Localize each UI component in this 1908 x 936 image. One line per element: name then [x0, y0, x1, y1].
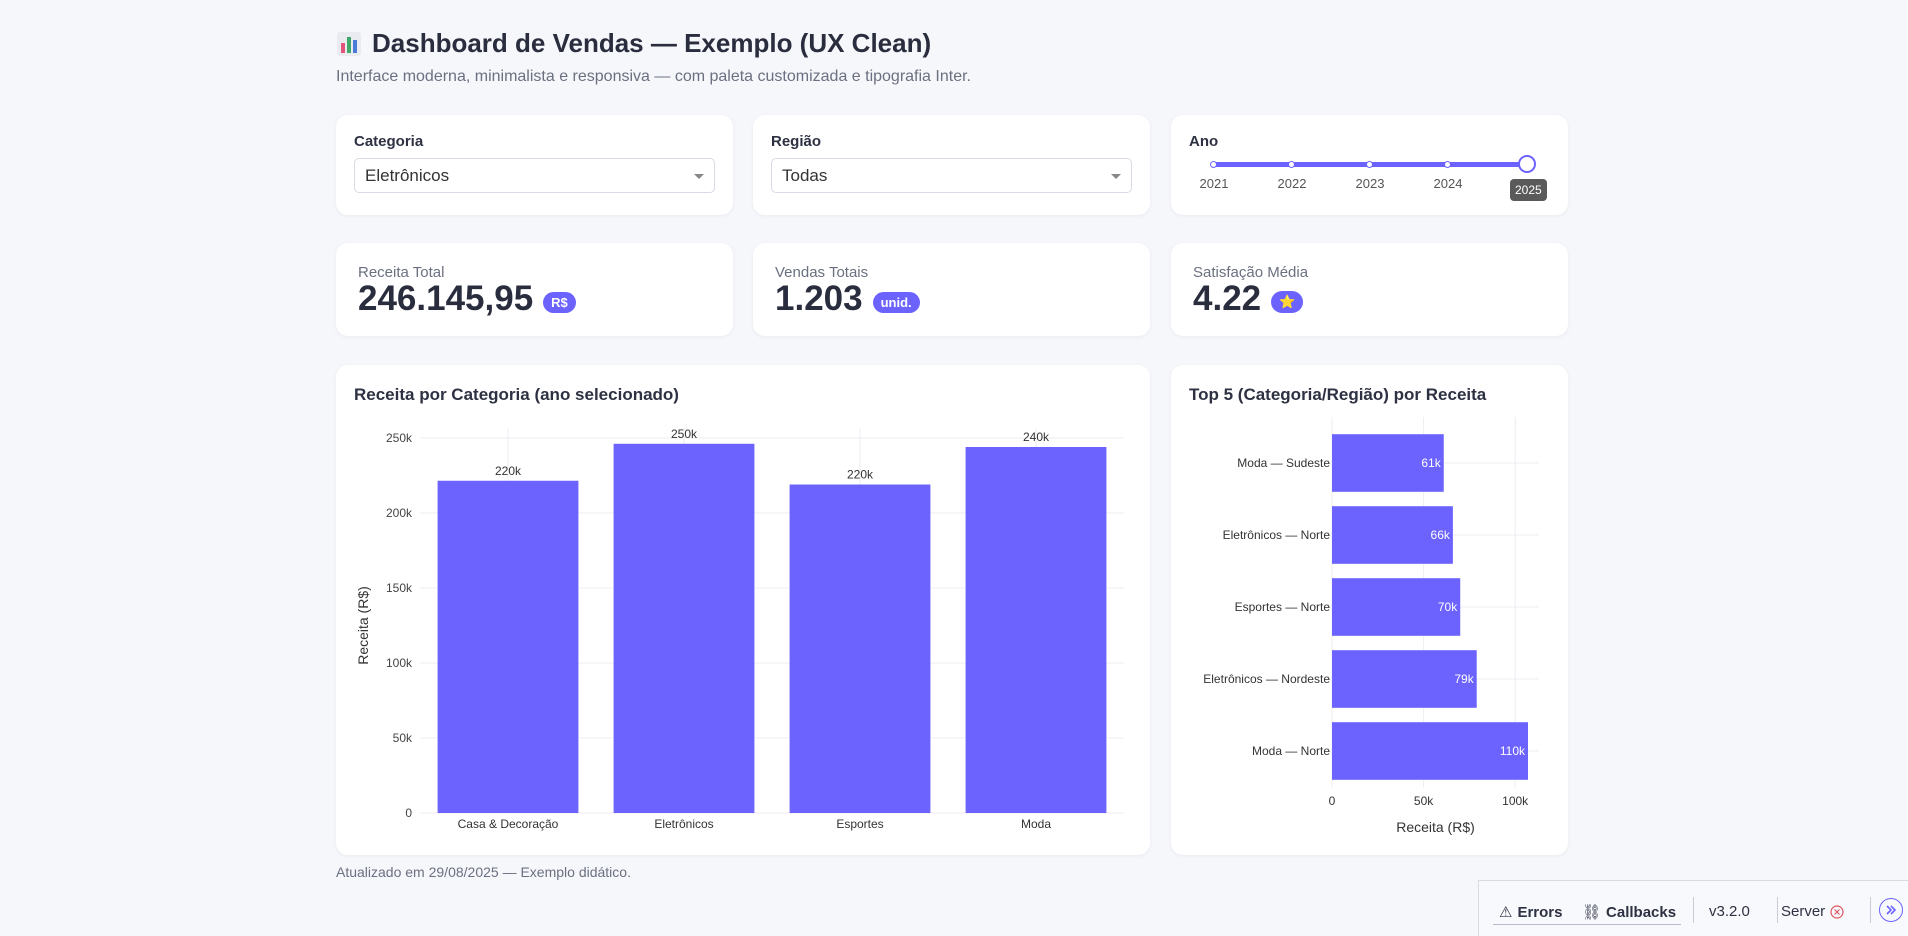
year-slider-dot[interactable]	[1366, 161, 1373, 168]
y-tick-label: 250k	[386, 431, 413, 445]
region-dropdown-value: Todas	[782, 165, 828, 185]
y-tick-label: Moda — Norte	[1252, 744, 1330, 758]
warning-icon: ⚠	[1499, 904, 1513, 921]
page-title-text: Dashboard de Vendas — Exemplo (UX Clean)	[372, 28, 932, 58]
revenue-by-category-chart[interactable]: 0 50k 100k 150k 200k 250k 220k Casa & Decoração…	[336, 365, 1150, 855]
y-tick-label: Eletrônicos — Norte	[1223, 528, 1331, 542]
x-tick-label: Moda	[1021, 817, 1051, 831]
sales-kpi-value-row: 1.203 unid.	[775, 279, 920, 319]
top5-chart[interactable]: 0 50k 100k 61k Moda — Sudeste 66k Eletrônicos …	[1171, 365, 1568, 855]
page-subtitle: Interface moderna, minimalista e respons…	[336, 68, 971, 85]
region-dropdown[interactable]: Todas	[771, 158, 1132, 193]
year-slider-dot[interactable]	[1210, 161, 1217, 168]
dev-tools-bar: ⚠ Errors ⛓ Callbacks v3.2.0 Server	[1478, 880, 1908, 936]
version-label: v3.2.0	[1709, 903, 1750, 920]
expand-devtools-button[interactable]	[1879, 898, 1903, 922]
x-axis-label: Receita (R$)	[1396, 819, 1475, 835]
satisfaction-kpi-value: 4.22	[1193, 279, 1262, 318]
y-tick-label: 50k	[393, 731, 413, 745]
y-tick-label: 150k	[386, 581, 413, 595]
bar-data-label: 240k	[1023, 430, 1050, 444]
bar-data-label: 70k	[1438, 600, 1458, 614]
x-tick-label: Esportes	[836, 817, 883, 831]
x-tick-label: 100k	[1502, 794, 1529, 808]
bar	[965, 447, 1107, 813]
x-tick-label: 50k	[1414, 794, 1434, 808]
callbacks-label: Callbacks	[1606, 903, 1677, 921]
chevron-down-icon	[694, 174, 704, 179]
satisfaction-kpi-card: Satisfação Média 4.22 ⭐	[1171, 243, 1568, 336]
errors-button[interactable]: ⚠ Errors	[1499, 903, 1563, 922]
errors-label: Errors	[1517, 903, 1563, 921]
year-filter-label: Ano	[1189, 133, 1219, 150]
year-slider-handle[interactable]	[1518, 155, 1536, 173]
close-circle-icon	[1830, 904, 1844, 919]
y-tick-label: 0	[405, 806, 412, 820]
bar-data-label: 250k	[671, 427, 698, 441]
y-tick-label: Moda — Sudeste	[1237, 456, 1330, 470]
region-filter-card: Região Todas	[753, 115, 1150, 215]
sales-kpi-value: 1.203	[775, 279, 863, 318]
category-dropdown-value: Eletrônicos	[365, 165, 450, 185]
currency-badge: R$	[543, 291, 576, 313]
bar-chart-icon	[336, 31, 362, 57]
y-axis-label: Receita (R$)	[355, 586, 371, 665]
dev-tools-underline	[1493, 924, 1681, 925]
region-filter-label: Região	[771, 133, 822, 150]
x-tick-label: Casa & Decoração	[458, 817, 559, 831]
star-icon: ⭐	[1271, 291, 1304, 313]
bar-data-label: 66k	[1431, 528, 1451, 542]
unit-badge: unid.	[872, 291, 920, 313]
bar	[437, 480, 579, 813]
x-tick-label: Eletrônicos	[654, 817, 713, 831]
bar-data-label: 79k	[1454, 672, 1474, 686]
category-dropdown[interactable]: Eletrônicos	[354, 158, 715, 193]
category-filter-label: Categoria	[354, 133, 424, 150]
year-slider-dot[interactable]	[1444, 161, 1451, 168]
revenue-kpi-value-row: 246.145,95 R$	[358, 279, 576, 319]
x-tick-label: 0	[1329, 794, 1336, 808]
revenue-by-category-card: Receita por Categoria (ano selecionado) …	[336, 365, 1150, 855]
y-tick-label: Eletrônicos — Nordeste	[1203, 672, 1330, 686]
revenue-kpi-card: Receita Total 246.145,95 R$	[336, 243, 733, 336]
divider	[1693, 897, 1694, 923]
bar-data-label: 110k	[1500, 744, 1526, 758]
year-slider-dot[interactable]	[1288, 161, 1295, 168]
top5-card: Top 5 (Categoria/Região) por Receita 0 50…	[1171, 365, 1568, 855]
y-tick-label: 100k	[386, 656, 413, 670]
callbacks-icon: ⛓	[1582, 904, 1602, 921]
sales-kpi-card: Vendas Totais 1.203 unid.	[753, 243, 1150, 336]
divider	[1870, 897, 1871, 923]
y-tick-label: 200k	[386, 506, 413, 520]
divider	[1777, 897, 1778, 923]
bar	[1332, 722, 1529, 780]
bar	[613, 443, 755, 813]
y-tick-label: Esportes — Norte	[1235, 600, 1331, 614]
year-mark[interactable]: 2021	[1194, 176, 1234, 191]
page-title: Dashboard de Vendas — Exemplo (UX Clean)	[336, 28, 931, 59]
year-filter-card: Ano 2021 2022 2023 2024 2025	[1171, 115, 1568, 215]
bar-data-label: 220k	[495, 464, 522, 478]
server-status[interactable]: Server	[1781, 903, 1844, 920]
bar	[789, 484, 931, 813]
year-slider-tooltip: 2025	[1510, 179, 1547, 201]
double-chevron-right-icon	[1886, 905, 1897, 915]
bar-data-label: 61k	[1421, 456, 1441, 470]
callbacks-button[interactable]: ⛓ Callbacks	[1582, 903, 1677, 922]
category-filter-card: Categoria Eletrônicos	[336, 115, 733, 215]
satisfaction-kpi-value-row: 4.22 ⭐	[1193, 279, 1304, 319]
server-label: Server	[1781, 903, 1826, 920]
year-mark[interactable]: 2024	[1428, 176, 1468, 191]
year-mark[interactable]: 2022	[1272, 176, 1312, 191]
year-mark[interactable]: 2023	[1350, 176, 1390, 191]
footer-note: Atualizado em 29/08/2025 — Exemplo didát…	[336, 864, 631, 880]
bar-data-label: 220k	[847, 468, 874, 482]
chevron-down-icon	[1111, 174, 1121, 179]
revenue-kpi-value: 246.145,95	[358, 279, 534, 318]
